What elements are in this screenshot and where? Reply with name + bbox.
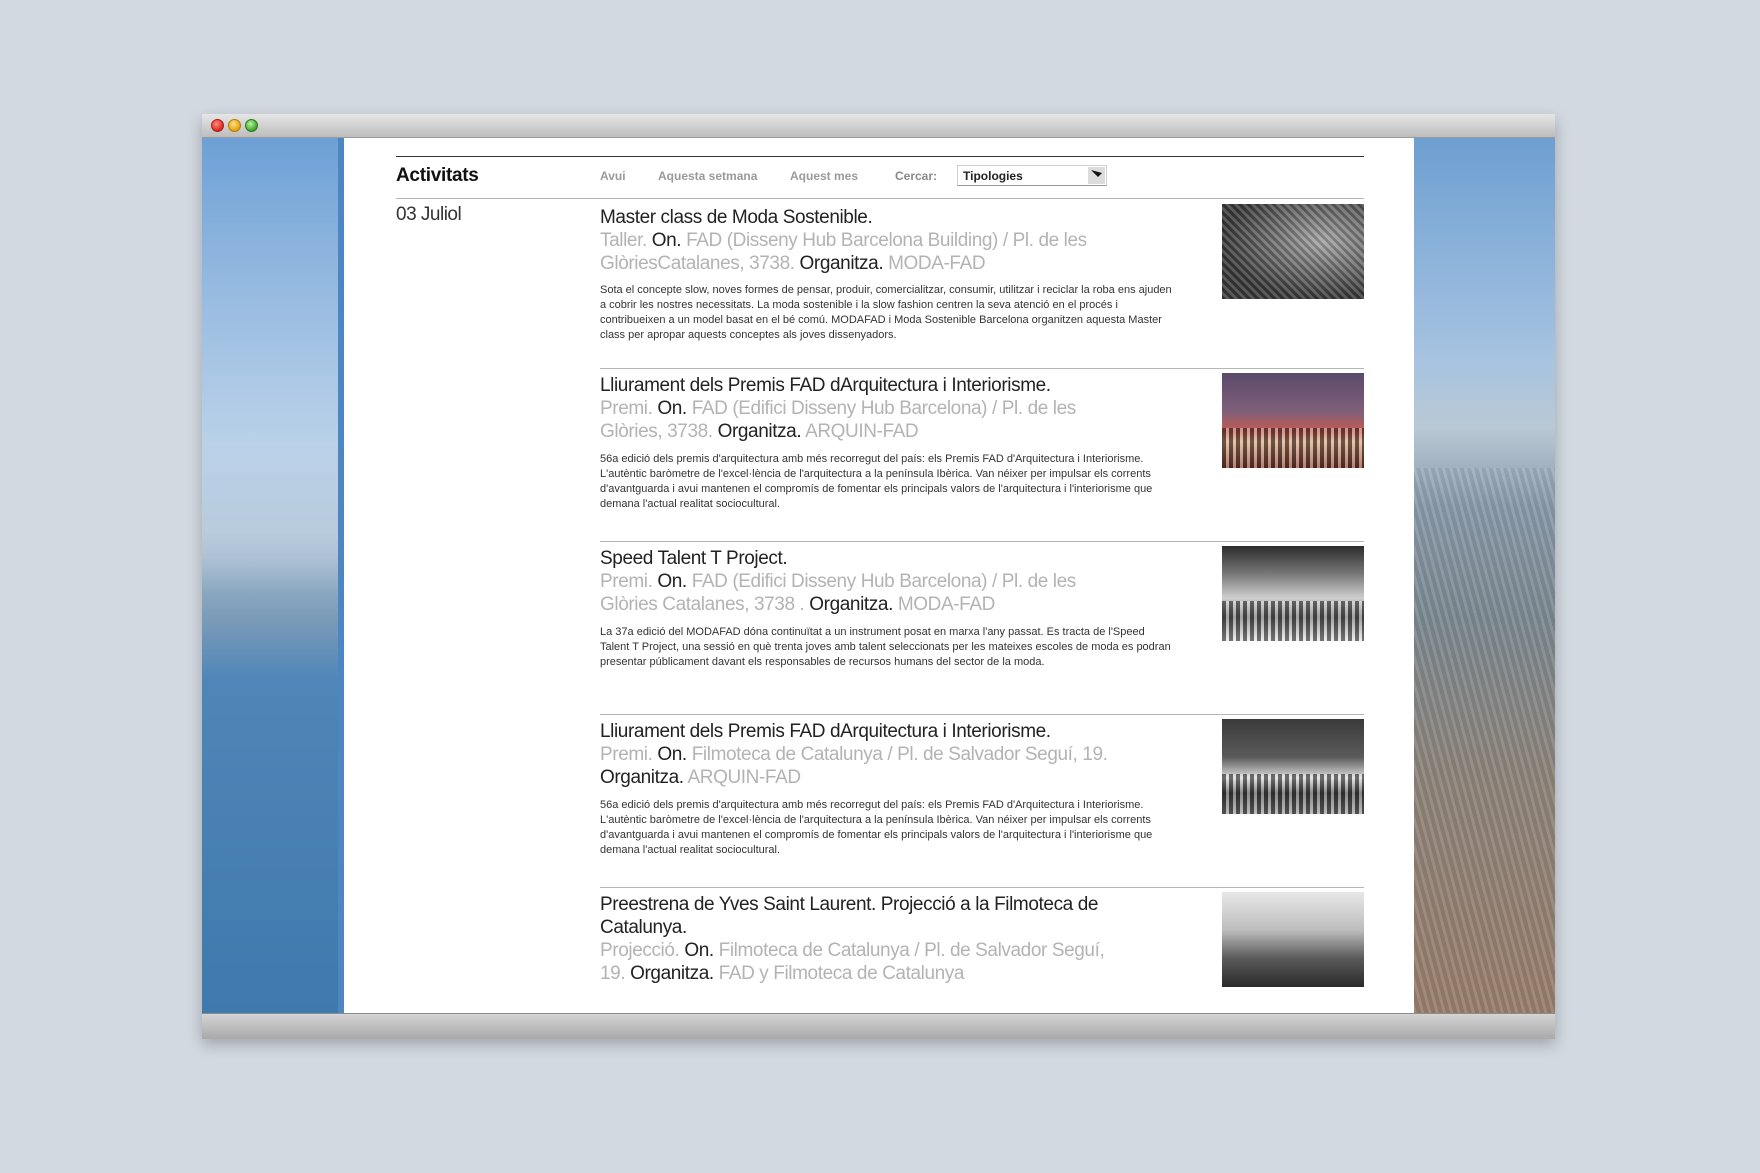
event-divider	[600, 887, 1364, 888]
photo-crowd	[1222, 601, 1364, 641]
dropdown-arrow-icon[interactable]	[1088, 167, 1105, 184]
zoom-window-button[interactable]	[245, 119, 258, 132]
event-organizer: FAD y Filmoteca de Catalunya	[718, 963, 965, 984]
event-divider	[600, 368, 1364, 369]
event-thumbnail[interactable]	[1222, 204, 1364, 299]
minimize-window-button[interactable]	[228, 119, 241, 132]
event-place: Filmoteca de Catalunya / Pl. de Salvador…	[691, 744, 1108, 765]
event-thumbnail[interactable]	[1222, 892, 1364, 987]
event-on-label: On.	[657, 398, 687, 419]
event-title[interactable]: Preestrena de Yves Saint Laurent. Projec…	[600, 893, 1120, 939]
event-type: Premi.	[600, 571, 653, 592]
event-title[interactable]: Master class de Moda Sostenible.	[600, 206, 1120, 229]
nav-link-this-week[interactable]: Aquesta setmana	[658, 169, 757, 183]
event-divider	[600, 714, 1364, 715]
date-label: 03 Juliol	[396, 204, 462, 225]
event-type: Premi.	[600, 744, 653, 765]
top-divider	[396, 156, 1364, 157]
header-divider	[396, 198, 1364, 199]
event-on-label: On.	[657, 744, 687, 765]
event-thumbnail[interactable]	[1222, 373, 1364, 468]
event-meta: Projecció. On. Filmoteca de Catalunya / …	[600, 939, 1120, 985]
event-thumbnail[interactable]	[1222, 719, 1364, 814]
event-title[interactable]: Speed Talent T Project.	[600, 547, 1120, 570]
page-viewport: Activitats Avui Aquesta setmana Aquest m…	[202, 138, 1555, 1013]
close-window-button[interactable]	[211, 119, 224, 132]
event-description: 56a edició dels premis d'arquitectura am…	[600, 799, 1153, 856]
typology-select-value: Tipologies	[963, 169, 1023, 183]
event-organizer-label: Organitza.	[809, 594, 893, 615]
event-description: La 37a edició del MODAFAD dóna continuït…	[600, 626, 1171, 668]
background-photo-left	[202, 138, 344, 1013]
event-description: Sota el concepte slow, noves formes de p…	[600, 284, 1172, 341]
event-type: Projecció.	[600, 940, 680, 961]
event-type: Premi.	[600, 398, 653, 419]
event-thumbnail[interactable]	[1222, 546, 1364, 641]
nav-link-today[interactable]: Avui	[600, 169, 626, 183]
event-type: Taller.	[600, 230, 647, 251]
nav-link-this-month[interactable]: Aquest mes	[790, 169, 858, 183]
event-item: Preestrena de Yves Saint Laurent. Projec…	[600, 887, 1364, 1013]
title-bar	[202, 114, 1555, 138]
photo-crowd	[1222, 774, 1364, 814]
search-label: Cercar:	[895, 169, 938, 183]
content-panel: Activitats Avui Aquesta setmana Aquest m…	[344, 138, 1414, 1013]
event-divider	[600, 541, 1364, 542]
event-organizer: MODA-FAD	[888, 253, 986, 274]
event-meta: Premi. On. FAD (Edifici Disseny Hub Barc…	[600, 397, 1120, 443]
event-organizer: ARQUIN-FAD	[805, 421, 919, 442]
event-meta: Taller. On. FAD (Disseny Hub Barcelona B…	[600, 229, 1120, 275]
event-on-label: On.	[684, 940, 714, 961]
event-on-label: On.	[657, 571, 687, 592]
event-organizer-label: Organitza.	[717, 421, 802, 442]
city-texture	[1414, 468, 1555, 1013]
event-organizer-label: Organitza.	[799, 253, 884, 274]
event-organizer: MODA-FAD	[897, 594, 995, 615]
event-organizer: ARQUIN-FAD	[687, 767, 802, 788]
typology-select[interactable]: Tipologies	[957, 165, 1107, 186]
photo-crowd	[1222, 428, 1364, 468]
event-description: 56a edició dels premis d'arquitectura am…	[600, 453, 1153, 510]
event-organizer-label: Organitza.	[600, 767, 684, 788]
event-title[interactable]: Lliurament dels Premis FAD dArquitectura…	[600, 720, 1120, 743]
event-meta: Premi. On. FAD (Edifici Disseny Hub Barc…	[600, 570, 1120, 616]
event-meta: Premi. On. Filmoteca de Catalunya / Pl. …	[600, 743, 1120, 789]
event-on-label: On.	[651, 230, 682, 251]
window-bottom-bar	[202, 1013, 1555, 1039]
event-organizer-label: Organitza.	[630, 963, 714, 984]
browser-window: Activitats Avui Aquesta setmana Aquest m…	[202, 114, 1555, 1039]
event-title[interactable]: Lliurament dels Premis FAD dArquitectura…	[600, 374, 1120, 397]
page-title: Activitats	[396, 165, 479, 186]
